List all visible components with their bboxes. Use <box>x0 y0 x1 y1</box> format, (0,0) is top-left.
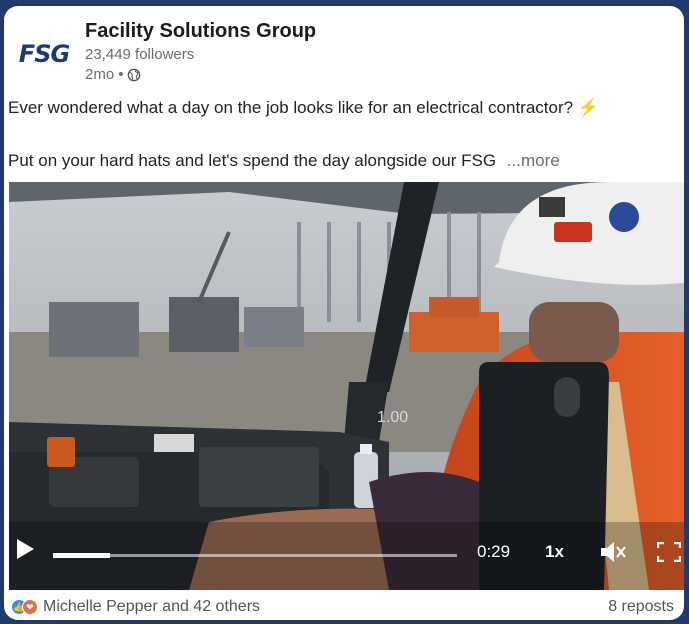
reactions-summary[interactable]: 👍 ❤ Michelle Pepper and 42 others <box>12 598 260 616</box>
post-text-continued: Put on your hard hats and let's spend th… <box>8 151 497 170</box>
post-text: Ever wondered what a day on the job look… <box>8 98 574 117</box>
reposts-count[interactable]: 8 reposts <box>608 598 674 616</box>
play-icon[interactable] <box>15 538 35 560</box>
video-player[interactable]: 1.00 0:29 1x <box>9 182 684 590</box>
video-progress-bar[interactable] <box>53 553 457 558</box>
post-meta: 2mo • <box>85 66 141 83</box>
fullscreen-icon[interactable] <box>657 542 681 562</box>
love-reaction-icon: ❤ <box>22 599 38 615</box>
post-age: 2mo <box>85 66 115 83</box>
post-footer: 👍 ❤ Michelle Pepper and 42 others 8 repo… <box>12 598 674 620</box>
playback-speed-button[interactable]: 1x <box>545 542 564 562</box>
video-time: 0:29 <box>477 542 511 561</box>
reactions-text[interactable]: Michelle Pepper and 42 others <box>43 598 260 616</box>
globe-icon <box>128 68 141 81</box>
see-more-link[interactable]: ...more <box>507 151 560 170</box>
company-name-link[interactable]: Facility Solutions Group <box>85 20 316 43</box>
video-frame: 1.00 <box>9 182 684 590</box>
lightning-bolt-icon: ⚡ <box>577 98 599 117</box>
post-text-line2: Put on your hard hats and let's spend th… <box>8 151 560 171</box>
post-card: FSG Facility Solutions Group 23,449 foll… <box>4 6 684 620</box>
post-text-line1: Ever wondered what a day on the job look… <box>8 98 599 118</box>
follower-count: 23,449 followers <box>85 46 195 63</box>
video-overlay-value: 1.00 <box>377 409 408 426</box>
meta-separator: • <box>118 66 124 83</box>
company-logo[interactable]: FSG <box>14 36 74 72</box>
video-progress-fill <box>53 553 110 558</box>
muted-speaker-icon[interactable] <box>599 540 627 564</box>
